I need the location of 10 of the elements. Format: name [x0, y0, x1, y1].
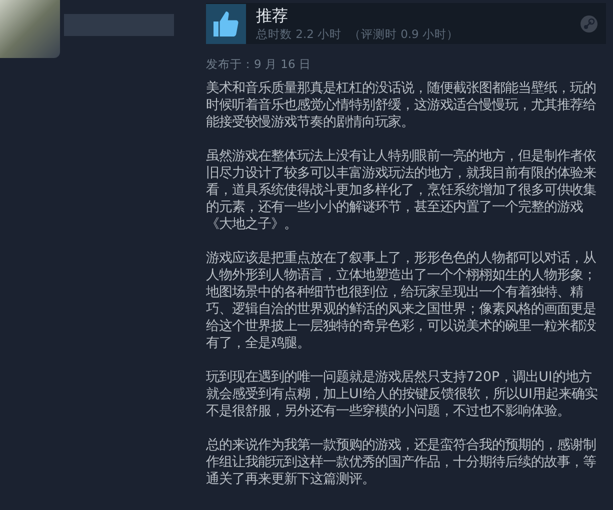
review-paragraph: 美术和音乐质量那真是杠杠的没话说，随便截张图都能当壁纸，玩的时候听着音乐也感觉心情特别舒缓，这游戏适合慢慢玩，尤其推荐给能接受较慢游戏节奏的剧情向玩家。 [206, 80, 597, 131]
review-paragraph: 玩到现在遇到的唯一问题就是游戏居然只支持720P，调出UI的地方就会感受到有点糊，加上UI给人的按键反馈很软，所以UI用起来确实不是很舒服，另外还有一些穿模的小问题，不过也不影响体验。 [206, 369, 599, 420]
steam-logo-icon [580, 14, 598, 32]
review-verdict: 推荐 [256, 6, 289, 26]
playtime-text: 总时数 2.2 小时 （评测时 0.9 小时） [256, 26, 460, 42]
posted-date: 发布于：9 月 16 日 [206, 57, 312, 72]
review-paragraph: 虽然游戏在整体玩法上没有让人特别眼前一亮的地方，但是制作者依旧尽力设计了较多可以丰富游戏玩法的地方，就我目前有限的体验来看，道具系统使得战斗更加多样化了，烹饪系统增加了很多可供收集的元素，还有一些小小的解谜环节，甚至还内置了一个完整的游戏《大地之子》。 [206, 148, 597, 233]
avatar-placeholder [0, 0, 60, 58]
review-paragraph: 游戏应该是把重点放在了叙事上了，形形色色的人物都可以对话，从人物外形到人物语言，立体地塑造出了一个个栩栩如生的人物形象；地图场景中的各种细节也很到位，给玩家呈现出一个有着独特、精巧、逻辑自洽的世界观的鲜活的风来之国世界；像素风格的画面更是给这个世界披上一层独特的奇异色彩，可以说美术的碗里一粒米都没有了，全是鸡腿。 [206, 250, 597, 352]
review-paragraph: 总的来说作为我第一款预购的游戏，还是蛮符合我的预期的，感谢制作组让我能玩到这样一款优秀的国产作品，十分期待后续的故事，等通关了再来更新下这篇测评。 [206, 437, 597, 488]
